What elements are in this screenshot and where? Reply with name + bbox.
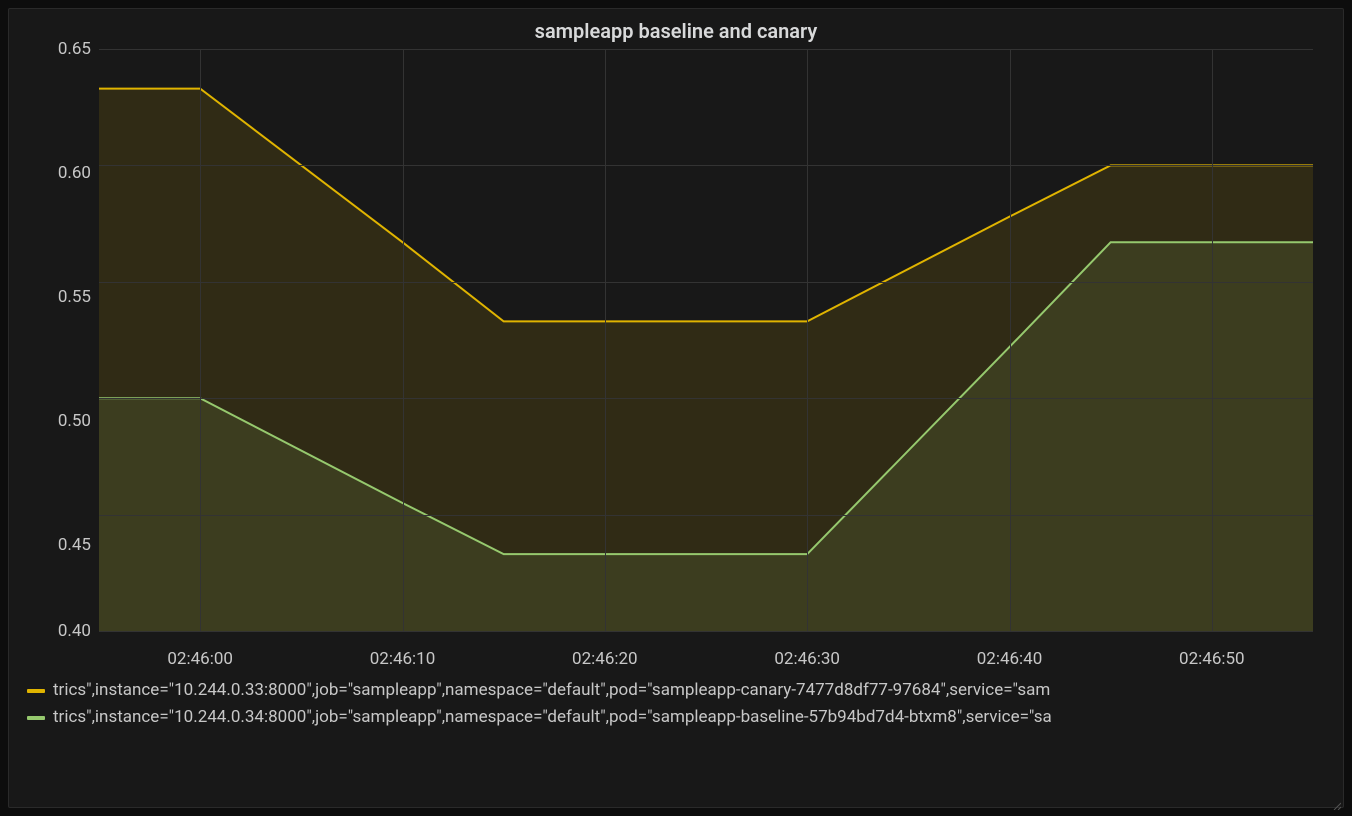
legend-swatch (27, 689, 45, 693)
y-tick-label: 0.40 (23, 621, 91, 641)
chart-area[interactable]: 0.65 0.60 0.55 0.50 0.45 0.40 02:46:00 0… (23, 49, 1329, 669)
x-tick-label: 02:46:50 (1179, 649, 1245, 669)
x-tick-label: 02:46:20 (572, 649, 638, 669)
y-tick-label: 0.50 (23, 411, 91, 431)
y-tick-label: 0.45 (23, 535, 91, 555)
chart-panel: sampleapp baseline and canary 0.65 0.60 … (8, 8, 1344, 808)
y-tick-label: 0.60 (23, 163, 91, 183)
y-tick-label: 0.65 (23, 39, 91, 59)
x-tick-label: 02:46:30 (774, 649, 840, 669)
legend-label: trics",instance="10.244.0.34:8000",job="… (53, 704, 1052, 731)
series-svg (99, 49, 1313, 631)
x-tick-label: 02:46:10 (370, 649, 436, 669)
plot-area (99, 49, 1313, 631)
legend: trics",instance="10.244.0.33:8000",job="… (23, 677, 1329, 731)
legend-item[interactable]: trics",instance="10.244.0.33:8000",job="… (27, 677, 1325, 704)
y-tick-label: 0.55 (23, 287, 91, 307)
x-tick-label: 02:46:40 (977, 649, 1043, 669)
legend-swatch (27, 716, 45, 720)
x-tick-label: 02:46:00 (167, 649, 233, 669)
panel-title: sampleapp baseline and canary (23, 19, 1329, 43)
legend-label: trics",instance="10.244.0.33:8000",job="… (53, 677, 1050, 704)
legend-item[interactable]: trics",instance="10.244.0.34:8000",job="… (27, 704, 1325, 731)
resize-handle-icon[interactable] (1331, 795, 1341, 805)
